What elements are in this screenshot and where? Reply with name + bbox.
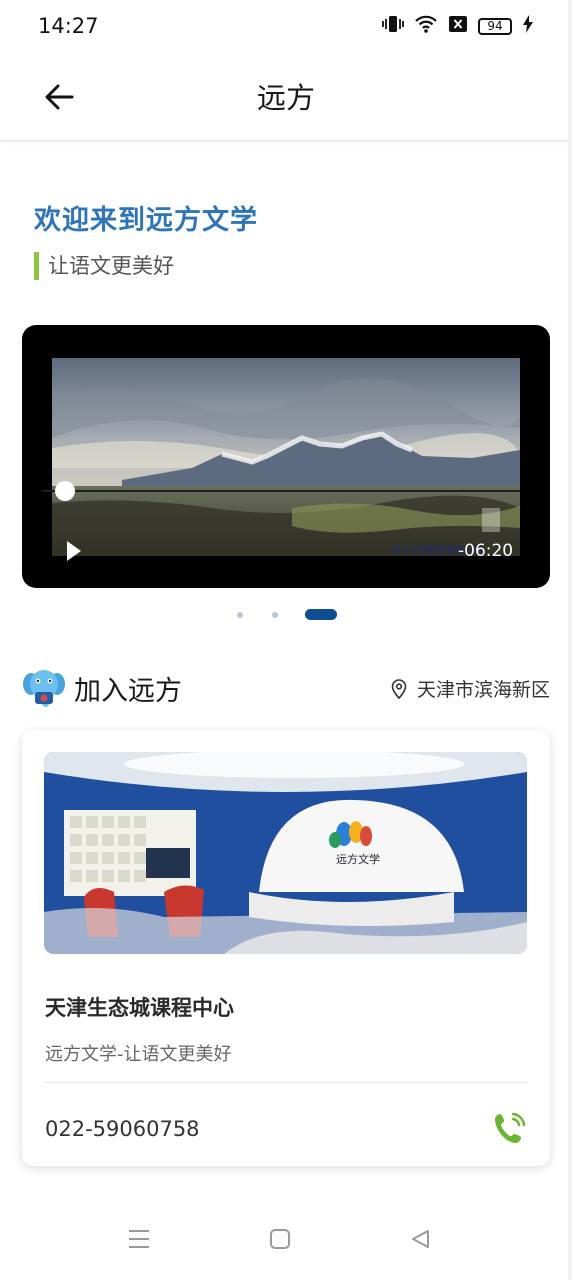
- play-icon: [67, 541, 81, 561]
- elephant-mascot-icon: [22, 664, 66, 708]
- arrow-left-icon: [45, 84, 74, 110]
- back-icon: [412, 1230, 429, 1248]
- battery-icon: 94: [478, 17, 512, 35]
- play-button[interactable]: [64, 539, 84, 563]
- back-button[interactable]: [40, 78, 78, 116]
- menu-button[interactable]: [125, 1225, 153, 1253]
- welcome-slogan: 让语文更美好: [34, 252, 174, 280]
- status-bar: 14:27 94: [0, 0, 572, 52]
- join-section-title: 加入远方: [74, 676, 182, 707]
- wifi-icon: [414, 14, 438, 39]
- course-center-phone: 022-59060758: [45, 1117, 200, 1141]
- menu-icon: [129, 1230, 149, 1248]
- video-remaining-time: -06:20: [458, 541, 514, 561]
- phone-call-icon: [495, 1112, 526, 1143]
- course-center-card[interactable]: 远方文学 天津生态城课程中心 远方文学-让语文更美好 022-59060758: [22, 730, 550, 1166]
- charging-icon: [522, 14, 534, 39]
- carousel-dot-active[interactable]: [305, 609, 337, 620]
- vibrate-icon: [382, 14, 404, 39]
- location-selector[interactable]: 天津市滨海新区: [391, 675, 550, 702]
- location-pin-icon: [391, 678, 407, 699]
- carousel-dot[interactable]: [272, 612, 278, 618]
- screen-edge: [568, 0, 572, 1280]
- carousel-indicator: [0, 607, 572, 623]
- course-center-name: 天津生态城课程中心: [45, 996, 234, 1020]
- status-icons: 94: [382, 14, 534, 39]
- course-center-subtitle: 远方文学-让语文更美好: [45, 1044, 232, 1065]
- card-divider: [44, 1082, 528, 1083]
- app-header: 远方: [0, 52, 572, 141]
- home-icon: [270, 1229, 290, 1249]
- no-sim-icon: [448, 14, 468, 38]
- status-time: 14:27: [38, 14, 99, 38]
- video-progress-bar[interactable]: [42, 490, 520, 492]
- location-label: 天津市滨海新区: [416, 679, 550, 701]
- video-thumbnail[interactable]: [52, 358, 520, 556]
- course-center-image-brand: 远方文学: [336, 852, 380, 866]
- carousel-dot[interactable]: [237, 612, 243, 618]
- welcome-title: 欢迎来到远方文学: [34, 205, 258, 236]
- nav-back-button[interactable]: [406, 1225, 434, 1253]
- video-progress-knob[interactable]: [55, 481, 75, 501]
- battery-level: 94: [487, 19, 503, 33]
- system-nav-bar: [0, 1195, 572, 1280]
- page-title: 远方: [256, 81, 315, 115]
- call-button[interactable]: [492, 1110, 528, 1146]
- course-center-image[interactable]: 远方文学: [44, 752, 527, 954]
- home-button[interactable]: [266, 1225, 294, 1253]
